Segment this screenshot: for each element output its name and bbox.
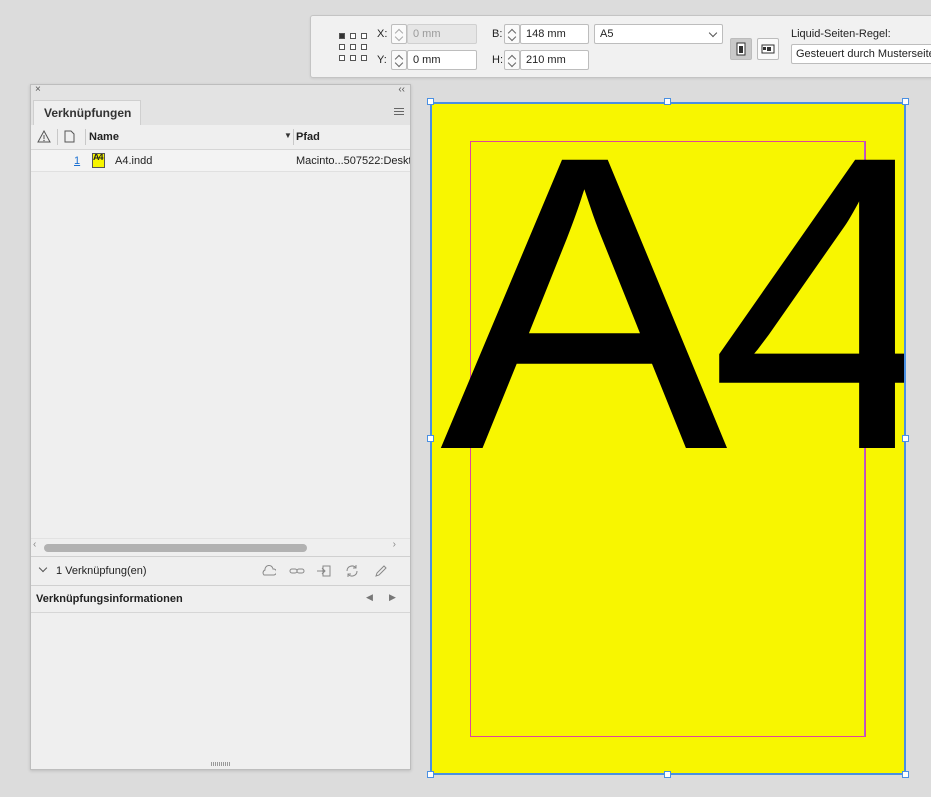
scroll-left-icon[interactable]: ‹	[33, 539, 36, 550]
panel-header-bar: × ‹‹	[31, 84, 410, 99]
document-page[interactable]: A4	[430, 102, 906, 775]
tab-bar: Verknüpfungen	[31, 98, 410, 126]
handle-middle-right[interactable]	[902, 435, 909, 442]
link-info-header: Verknüpfungsinformationen ◀ ▶	[31, 586, 410, 613]
width-field[interactable]: 148 mm	[520, 24, 589, 44]
handle-bottom-middle[interactable]	[664, 771, 671, 778]
column-name[interactable]: Name	[89, 131, 119, 143]
row-page-number[interactable]: 1	[74, 155, 80, 167]
row-name: A4.indd	[115, 155, 153, 167]
portrait-icon	[736, 42, 746, 56]
relink-icon[interactable]	[289, 564, 305, 578]
column-path[interactable]: Pfad	[296, 131, 320, 143]
handle-top-left[interactable]	[427, 98, 434, 105]
column-header: Name ▼ Pfad	[31, 125, 410, 150]
reference-point-icon[interactable]	[339, 33, 367, 61]
y-field[interactable]: 0 mm	[407, 50, 477, 70]
chevron-down-icon	[708, 28, 718, 38]
next-icon[interactable]: ▶	[389, 592, 396, 603]
close-icon[interactable]: ×	[35, 84, 41, 95]
scroll-thumb[interactable]	[44, 544, 307, 552]
edit-original-icon[interactable]	[373, 564, 389, 578]
handle-bottom-left[interactable]	[427, 771, 434, 778]
scroll-right-icon[interactable]: ›	[393, 539, 396, 550]
row-path: Macinto...507522:Deskt	[296, 155, 410, 167]
x-field: 0 mm	[407, 24, 477, 44]
horizontal-scrollbar[interactable]: ‹ ›	[31, 538, 410, 553]
liquid-rule-label: Liquid-Seiten-Regel:	[791, 28, 891, 40]
resize-grip-icon[interactable]	[211, 762, 231, 766]
handle-bottom-right[interactable]	[902, 771, 909, 778]
liquid-rule-select[interactable]: Gesteuert durch Musterseite	[791, 44, 931, 64]
height-label: H:	[492, 54, 503, 66]
links-panel: × ‹‹ Verknüpfungen Name ▼ Pfad 1 A4 A4.i…	[30, 84, 411, 770]
page-icon[interactable]	[64, 130, 75, 143]
cloud-link-icon[interactable]	[260, 564, 276, 578]
previous-icon[interactable]: ◀	[366, 592, 373, 603]
page-size-select[interactable]: A5	[594, 24, 723, 44]
landscape-button[interactable]	[757, 38, 779, 60]
links-count: 1 Verknüpfung(en)	[56, 565, 147, 577]
handle-top-middle[interactable]	[664, 98, 671, 105]
y-stepper[interactable]	[391, 50, 407, 70]
sort-icon[interactable]: ▼	[284, 131, 292, 140]
link-info-title: Verknüpfungsinformationen	[36, 593, 183, 605]
page-size-value: A5	[600, 28, 614, 40]
collapse-icon[interactable]: ‹‹	[398, 84, 405, 95]
control-bar: X: 0 mm Y: 0 mm B: 148 mm H: 210 mm A5 L…	[310, 15, 931, 78]
y-label: Y:	[377, 54, 387, 66]
landscape-icon	[761, 44, 775, 54]
thumbnail-text: A4	[93, 153, 103, 162]
expand-icon[interactable]	[38, 563, 48, 573]
update-link-icon[interactable]	[344, 564, 360, 578]
goto-link-icon[interactable]	[316, 564, 332, 578]
x-label: X:	[377, 28, 388, 40]
height-field[interactable]: 210 mm	[520, 50, 589, 70]
portrait-button[interactable]	[730, 38, 752, 60]
height-stepper[interactable]	[504, 50, 520, 70]
link-thumbnail: A4	[92, 153, 105, 168]
panel-menu-icon[interactable]	[394, 108, 404, 117]
handle-middle-left[interactable]	[427, 435, 434, 442]
x-stepper	[391, 24, 407, 44]
warning-icon[interactable]	[37, 130, 51, 143]
handle-top-right[interactable]	[902, 98, 909, 105]
width-label: B:	[492, 28, 503, 40]
links-summary-bar: 1 Verknüpfung(en)	[31, 556, 410, 586]
placed-document-text: A4	[440, 102, 906, 537]
width-stepper[interactable]	[504, 24, 520, 44]
table-row[interactable]: 1 A4 A4.indd Macinto...507522:Deskt	[31, 150, 410, 172]
tab-links[interactable]: Verknüpfungen	[33, 100, 141, 126]
